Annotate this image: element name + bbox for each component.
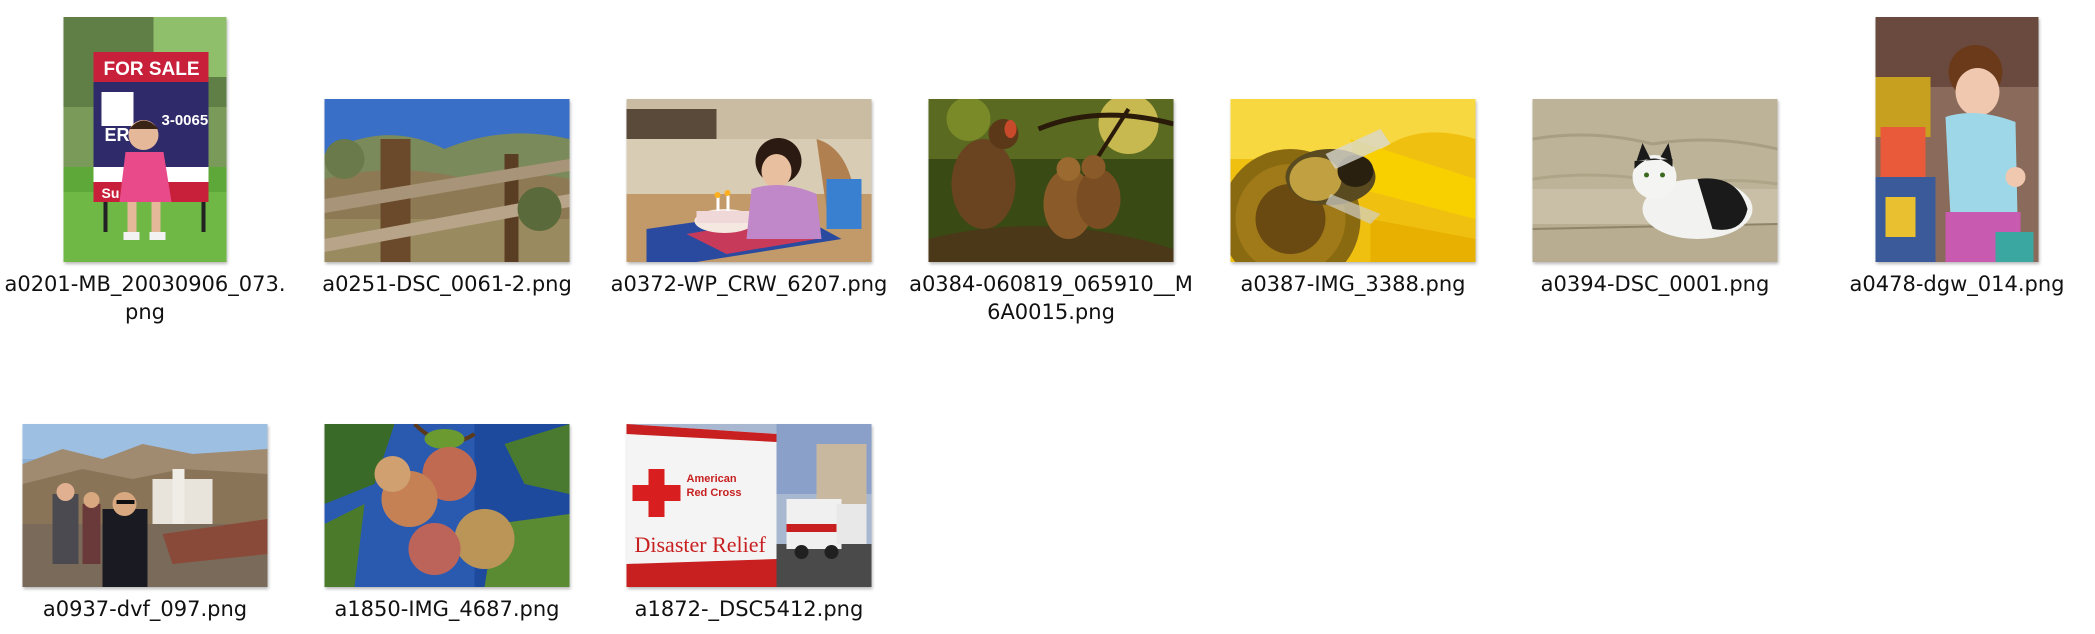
image-thumbnail[interactable]: [324, 99, 570, 262]
svg-text:3-0065: 3-0065: [162, 112, 209, 129]
file-item[interactable]: a0387-IMG_3388.png: [1208, 0, 1498, 300]
cat-couch-image: [1532, 99, 1778, 262]
file-item[interactable]: a0937-dvf_097.png: [0, 325, 290, 625]
thumbnail-area: [0, 325, 290, 587]
thumbnail-area: [604, 0, 894, 262]
thumbnail-area: [906, 0, 1196, 262]
image-thumbnail[interactable]: [626, 99, 872, 262]
baby-sale-sign-image: FOR SALE ER 3-0065 Su: [63, 17, 227, 262]
svg-text:Red Cross: Red Cross: [687, 487, 742, 499]
file-name-label: a0251-DSC_0061-2.png: [322, 272, 572, 296]
file-item[interactable]: a0394-DSC_0001.png: [1510, 0, 1800, 300]
image-thumbnail[interactable]: [324, 424, 570, 587]
file-grid: FOR SALE ER 3-0065 Su a0201-MB_20030906_…: [0, 0, 2095, 634]
file-item[interactable]: American Red Cross Disaster Relief a1872…: [604, 325, 894, 625]
thumbnail-area: [1510, 0, 1800, 262]
red-cross-truck-image: American Red Cross Disaster Relief: [626, 424, 872, 587]
svg-text:FOR SALE: FOR SALE: [104, 59, 200, 80]
wooden-fence-image: [324, 99, 570, 262]
file-item[interactable]: FOR SALE ER 3-0065 Su a0201-MB_20030906_…: [0, 0, 290, 324]
dam-walkway-image: [22, 424, 268, 587]
file-name-label: a1850-IMG_4687.png: [334, 597, 560, 621]
file-item[interactable]: a1850-IMG_4687.png: [302, 325, 592, 625]
svg-text:Disaster Relief: Disaster Relief: [635, 532, 767, 557]
file-name-label: a0372-WP_CRW_6207.png: [610, 272, 888, 296]
thumbnail-area: [302, 0, 592, 262]
image-thumbnail[interactable]: [22, 424, 268, 587]
file-name-label: a0201-MB_20030906_073.png: [4, 272, 286, 324]
file-item[interactable]: a0372-WP_CRW_6207.png: [604, 0, 894, 300]
file-name-label: a0384-060819_065910__M6A0015.png: [909, 272, 1193, 324]
file-item[interactable]: a0384-060819_065910__M6A0015.png: [906, 0, 1196, 324]
thumbnail-area: [1812, 0, 2095, 262]
image-thumbnail[interactable]: FOR SALE ER 3-0065 Su: [63, 17, 227, 262]
file-name-label: a0387-IMG_3388.png: [1240, 272, 1466, 296]
svg-text:ER: ER: [105, 125, 130, 145]
monkeys-tree-image: [928, 99, 1174, 262]
birthday-cake-image: [626, 99, 872, 262]
thumbnail-area: American Red Cross Disaster Relief: [604, 325, 894, 587]
bee-sunflower-image: [1230, 99, 1476, 262]
apples-branch-image: [324, 424, 570, 587]
image-thumbnail[interactable]: [928, 99, 1174, 262]
file-name-label: a0937-dvf_097.png: [42, 597, 248, 621]
svg-text:American: American: [687, 473, 737, 485]
image-thumbnail[interactable]: [1230, 99, 1476, 262]
file-item[interactable]: a0478-dgw_014.png: [1812, 0, 2095, 300]
image-thumbnail[interactable]: [1875, 17, 2039, 262]
thumbnail-area: [302, 325, 592, 587]
thumbnail-area: FOR SALE ER 3-0065 Su: [0, 0, 290, 262]
image-thumbnail[interactable]: American Red Cross Disaster Relief: [626, 424, 872, 587]
file-name-label: a0478-dgw_014.png: [1849, 272, 2065, 296]
toddler-toys-image: [1875, 17, 2039, 262]
image-thumbnail[interactable]: [1532, 99, 1778, 262]
file-name-label: a0394-DSC_0001.png: [1540, 272, 1770, 296]
file-item[interactable]: a0251-DSC_0061-2.png: [302, 0, 592, 300]
svg-text:Su: Su: [102, 185, 120, 201]
file-name-label: a1872-_DSC5412.png: [634, 597, 864, 621]
thumbnail-area: [1208, 0, 1498, 262]
